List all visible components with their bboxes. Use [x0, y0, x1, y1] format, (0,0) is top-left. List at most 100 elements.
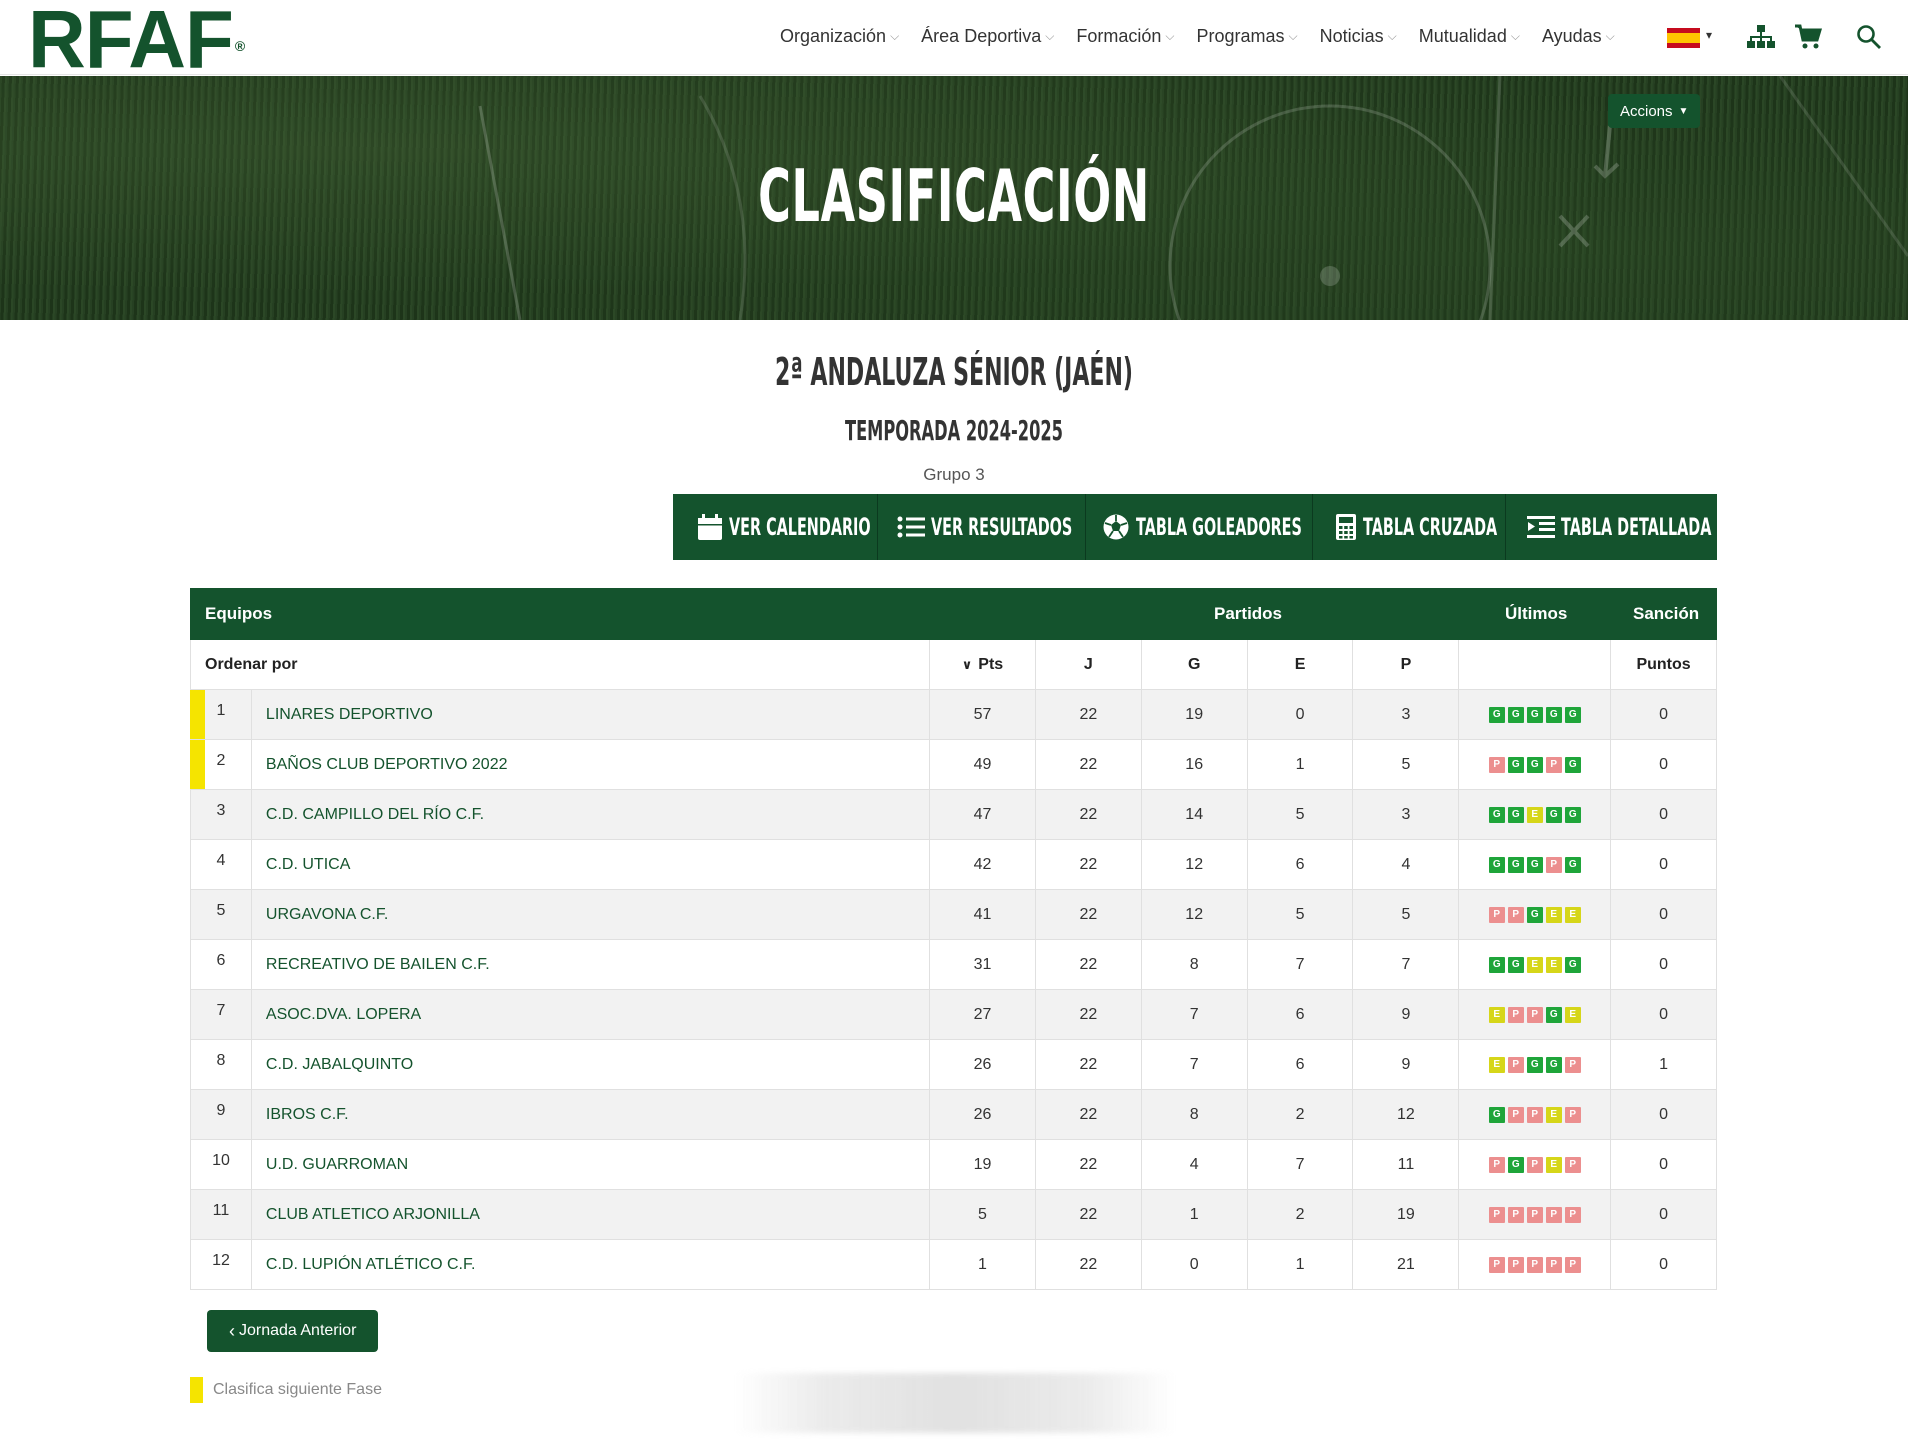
sort-j-header[interactable]: J [1034, 640, 1141, 689]
result-badge[interactable]: G [1507, 856, 1524, 873]
result-badge[interactable]: G [1507, 756, 1524, 773]
result-badge[interactable]: P [1526, 1206, 1543, 1223]
result-badge[interactable]: P [1507, 1056, 1524, 1073]
result-badge[interactable]: E [1545, 1106, 1562, 1123]
result-badge[interactable]: E [1526, 956, 1543, 973]
team-link[interactable]: URGAVONA C.F. [250, 890, 929, 939]
result-badge[interactable]: P [1488, 756, 1505, 773]
result-badge[interactable]: E [1545, 906, 1562, 923]
result-badge[interactable]: G [1564, 856, 1581, 873]
result-badge[interactable]: P [1526, 1156, 1543, 1173]
result-badge[interactable]: P [1488, 1256, 1505, 1273]
result-badge[interactable]: G [1564, 706, 1581, 723]
result-badge[interactable]: G [1488, 956, 1505, 973]
tabla-goleadores-button[interactable]: TABLA GOLEADORES [1086, 494, 1313, 560]
result-badge[interactable]: E [1488, 1056, 1505, 1073]
result-badge[interactable]: P [1507, 1006, 1524, 1023]
result-badge[interactable]: P [1564, 1206, 1581, 1223]
calendar-icon [697, 514, 722, 540]
result-badge[interactable]: G [1545, 1006, 1562, 1023]
result-badge[interactable]: G [1507, 1156, 1524, 1173]
search-icon[interactable] [1854, 22, 1884, 52]
team-link[interactable]: C.D. LUPIÓN ATLÉTICO C.F. [250, 1240, 929, 1289]
result-badge[interactable]: P [1507, 906, 1524, 923]
language-caret-icon[interactable]: ▾ [1706, 28, 1712, 42]
rfaf-logo[interactable]: RFAF ® [28, 0, 245, 80]
result-badge[interactable]: E [1488, 1006, 1505, 1023]
result-badge[interactable]: P [1545, 856, 1562, 873]
cart-icon[interactable] [1793, 22, 1823, 52]
result-badge[interactable]: P [1526, 1006, 1543, 1023]
result-badge[interactable]: P [1545, 1256, 1562, 1273]
result-badge[interactable]: P [1488, 1206, 1505, 1223]
result-badge[interactable]: P [1488, 906, 1505, 923]
result-badge[interactable]: P [1564, 1056, 1581, 1073]
nav-noticias[interactable]: Noticias ⌵ [1320, 26, 1397, 47]
ver-calendario-button[interactable]: VER CALENDARIO [673, 494, 878, 560]
team-link[interactable]: RECREATIVO DE BAILEN C.F. [250, 940, 929, 989]
team-link[interactable]: U.D. GUARROMAN [250, 1140, 929, 1189]
result-badge[interactable]: E [1545, 1156, 1562, 1173]
sort-e-header[interactable]: E [1246, 640, 1353, 689]
jornada-anterior-button[interactable]: ‹ Jornada Anterior [207, 1310, 379, 1352]
result-badge[interactable]: G [1564, 956, 1581, 973]
sort-p-header[interactable]: P [1352, 640, 1458, 689]
result-badge[interactable]: P [1507, 1106, 1524, 1123]
result-badge[interactable]: G [1488, 706, 1505, 723]
result-badge[interactable]: P [1507, 1256, 1524, 1273]
result-badge[interactable]: G [1526, 1056, 1543, 1073]
sort-g-header[interactable]: G [1140, 640, 1247, 689]
result-badge[interactable]: E [1545, 956, 1562, 973]
spain-flag-icon[interactable] [1667, 28, 1700, 48]
result-badge[interactable]: P [1545, 1206, 1562, 1223]
result-badge[interactable]: G [1488, 1106, 1505, 1123]
result-badge[interactable]: G [1526, 906, 1543, 923]
result-badge[interactable]: E [1564, 906, 1581, 923]
result-badge[interactable]: P [1564, 1156, 1581, 1173]
result-badge[interactable]: G [1545, 706, 1562, 723]
team-link[interactable]: IBROS C.F. [250, 1090, 929, 1139]
nav-programas[interactable]: Programas ⌵ [1196, 26, 1297, 47]
result-badge[interactable]: P [1526, 1106, 1543, 1123]
result-badge[interactable]: G [1545, 806, 1562, 823]
result-badge[interactable]: P [1545, 756, 1562, 773]
result-badge[interactable]: G [1507, 806, 1524, 823]
result-badge[interactable]: G [1507, 706, 1524, 723]
pts-cell: 47 [929, 790, 1035, 839]
nav-area-deportiva[interactable]: Área Deportiva ⌵ [921, 26, 1054, 47]
result-badge[interactable]: P [1564, 1256, 1581, 1273]
result-badge[interactable]: P [1488, 1156, 1505, 1173]
result-badge[interactable]: G [1564, 756, 1581, 773]
ver-resultados-button[interactable]: VER RESULTADOS [878, 494, 1086, 560]
team-link[interactable]: ASOC.DVA. LOPERA [250, 990, 929, 1039]
result-badge[interactable]: G [1526, 856, 1543, 873]
team-link[interactable]: LINARES DEPORTIVO [250, 690, 929, 739]
result-badge[interactable]: G [1564, 806, 1581, 823]
result-badge[interactable]: E [1526, 806, 1543, 823]
sort-pts-header[interactable]: ∨ Pts [929, 640, 1035, 689]
result-badge[interactable]: P [1507, 1206, 1524, 1223]
result-badge[interactable]: P [1526, 1256, 1543, 1273]
nav-organizacion[interactable]: Organización ⌵ [780, 26, 899, 47]
team-link[interactable]: C.D. UTICA [250, 840, 929, 889]
e-cell: 6 [1246, 1040, 1353, 1089]
result-badge[interactable]: G [1488, 856, 1505, 873]
nav-ayudas[interactable]: Ayudas ⌵ [1542, 26, 1615, 47]
acciones-dropdown-button[interactable]: Accions ▼ [1608, 94, 1701, 128]
team-link[interactable]: C.D. JABALQUINTO [250, 1040, 929, 1089]
team-link[interactable]: C.D. CAMPILLO DEL RÍO C.F. [250, 790, 929, 839]
sitemap-icon[interactable] [1746, 22, 1776, 52]
team-link[interactable]: BAÑOS CLUB DEPORTIVO 2022 [250, 740, 929, 789]
result-badge[interactable]: G [1507, 956, 1524, 973]
team-link[interactable]: CLUB ATLETICO ARJONILLA [250, 1190, 929, 1239]
result-badge[interactable]: G [1526, 756, 1543, 773]
result-badge[interactable]: G [1488, 806, 1505, 823]
result-badge[interactable]: G [1545, 1056, 1562, 1073]
nav-formacion[interactable]: Formación ⌵ [1076, 26, 1174, 47]
result-badge[interactable]: G [1526, 706, 1543, 723]
tabla-cruzada-button[interactable]: TABLA CRUZADA [1313, 494, 1506, 560]
result-badge[interactable]: P [1564, 1106, 1581, 1123]
result-badge[interactable]: E [1564, 1006, 1581, 1023]
nav-mutualidad[interactable]: Mutualidad ⌵ [1419, 26, 1520, 47]
tabla-detallada-button[interactable]: TABLA DETALLADA [1506, 494, 1717, 560]
